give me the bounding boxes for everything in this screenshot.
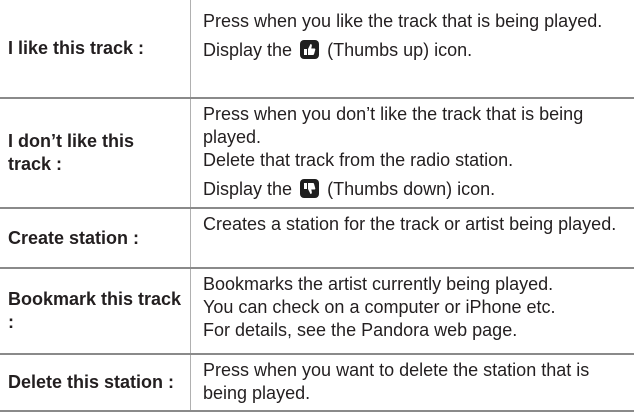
table-row-dislike-track: I don’t like this track : Press when you… [0,97,634,207]
description-text: Press when you want to delete the statio… [203,360,590,403]
description-text: Delete that track from the radio station… [203,150,514,170]
term-label: Delete this station : [0,355,191,410]
icon-line-after: (Thumbs down) icon. [327,179,496,199]
term-label: I don’t like this track : [0,99,191,207]
icon-line-before: Display the [203,179,293,199]
table-row-create-station: Create station : Creates a station for t… [0,207,634,267]
function-table: I like this track : Press when you like … [0,0,634,412]
table-row-delete-station: Delete this station : Press when you wan… [0,353,634,412]
icon-line-after: (Thumbs up) icon. [327,40,473,60]
table-row-bookmark-track: Bookmark this track : Bookmarks the arti… [0,267,634,353]
icon-line: Display the (Thumbs up) icon. [203,39,624,62]
term-label: I like this track : [0,0,191,97]
description-text: Press when you don’t like the track that… [203,104,584,147]
icon-line: Display the (Thumbs down) icon. [203,178,624,201]
description-cell: Press when you don’t like the track that… [191,99,634,207]
description-cell: Press when you want to delete the statio… [191,355,634,410]
description-cell: Press when you like the track that is be… [191,0,634,97]
icon-line-before: Display the [203,40,293,60]
term-label: Bookmark this track : [0,269,191,353]
description-text: You can check on a computer or iPhone et… [203,297,556,317]
description-cell: Creates a station for the track or artis… [191,209,634,267]
description-cell: Bookmarks the artist currently being pla… [191,269,634,353]
thumbs-down-icon [300,179,320,198]
description-text: Creates a station for the track or artis… [203,214,617,234]
description-text: Press when you like the track that is be… [203,11,603,31]
thumbs-up-icon [300,40,320,59]
term-label: Create station : [0,209,191,267]
description-text: Bookmarks the artist currently being pla… [203,274,554,294]
description-text: For details, see the Pandora web page. [203,320,518,340]
table-row-like-track: I like this track : Press when you like … [0,0,634,97]
